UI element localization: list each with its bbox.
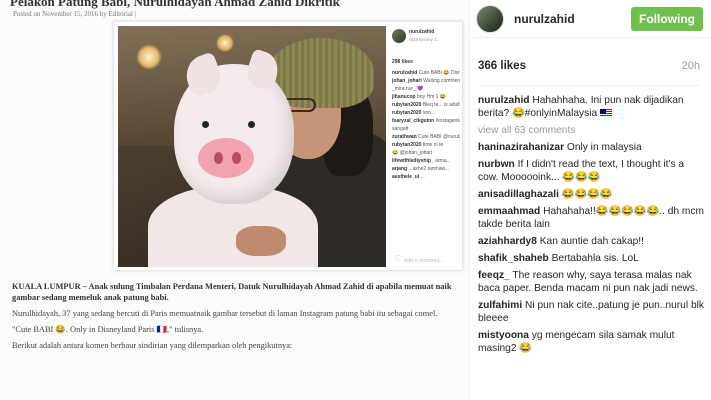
- embedded-comment-user: aesthele_ul: [392, 174, 420, 180]
- comment-username[interactable]: nurbwn: [478, 159, 515, 170]
- embedded-comment: nurulzahid Cute BABI 😂 Disneyland Paris …: [392, 69, 460, 77]
- comment-username[interactable]: aziahhardy8: [478, 236, 537, 247]
- embedded-comment-user: nurulzahid: [392, 70, 418, 76]
- embedded-comment-text: #instagenius academ...: [435, 118, 460, 124]
- likes-count[interactable]: 366 likes: [478, 60, 526, 72]
- embedded-comment: johan_johari Waiting comments in 3, 2, 1…: [392, 77, 460, 85]
- embedded-comment-text: _mira.nur_ 💜: [392, 86, 424, 92]
- embedded-comment: lifewithlediyship_ arma...: [392, 157, 460, 165]
- embedded-comment: aesthele_ul ...: [392, 173, 460, 181]
- comment-item: zulfahimi Ni pun nak cite..patung je pun…: [478, 299, 704, 325]
- comment-item: emmaahmad Hahahaha!!😂😂😂😂😂.. dh mcm takde…: [478, 205, 704, 231]
- embedded-comment: zurathwan Cute BABI @nurulzahid: [392, 133, 460, 141]
- embedded-comment: fsaryzal_ctkguinn #instagenius academ...: [392, 117, 460, 125]
- embedded-comment: _mira.nur_ 💜: [392, 85, 460, 93]
- post-image[interactable]: Pelakon Patung Babi, Nurulhidayah Ahmad …: [0, 0, 470, 400]
- post-meta: 366 likes 20h: [478, 60, 700, 72]
- comment-username[interactable]: shafik_shaheb: [478, 253, 549, 264]
- embedded-comment-user: jihanucop: [392, 94, 416, 100]
- comment-username[interactable]: zulfahimi: [478, 300, 522, 311]
- embedded-comment-user: zurathwan: [392, 134, 417, 140]
- embedded-comments: nurulzahid Cute BABI 😂 Disneyland Paris …: [392, 69, 460, 181]
- post-username[interactable]: nurulzahid: [514, 12, 631, 26]
- embedded-username: nurulzahid: [409, 29, 435, 35]
- embedded-comment: sangatt: [392, 125, 460, 133]
- embedded-comment-text: Waiting comments in 3, 2, 1...: [423, 78, 460, 84]
- post-time[interactable]: 20h: [682, 60, 700, 72]
- embedded-comment: rubytan2020 soo...: [392, 109, 460, 117]
- embedded-comment-text: arma...: [435, 158, 451, 164]
- divider: [478, 85, 700, 86]
- embedded-comment-text: Bleq te... is adult: [422, 102, 460, 108]
- article-paragraph: Nurulhidayah, 37 yang sedang bercuti di …: [12, 309, 438, 318]
- following-button[interactable]: Following: [631, 6, 703, 31]
- embedded-comment-user: lifewithlediyship_: [392, 158, 434, 164]
- embedded-comment-user: rubytan2020: [392, 102, 422, 108]
- article-paragraph: "Cute BABI 😂. Only in Disneyland Paris 🇫…: [12, 325, 204, 334]
- malaysia-flag-icon: [600, 109, 612, 118]
- comment-text: 😂😂😂😂: [561, 189, 613, 200]
- heart-icon: ♡: [394, 254, 402, 263]
- embedded-comment: arjang ...akhe2 tanmaw...: [392, 165, 460, 173]
- embedded-sidebar: nurulzahid Walt Disney S... 298 likes nu…: [392, 28, 460, 268]
- comment-item: nurbwn If I didn't read the text, I thou…: [478, 158, 704, 184]
- embedded-comment-text: ...akhe2 tanmaw...: [408, 166, 449, 172]
- embedded-comment-text: time ni te: [422, 142, 444, 148]
- post-header: nurulzahid Following: [471, 0, 711, 38]
- embedded-comment-text: ...: [420, 174, 425, 180]
- embedded-comment-user: fsaryzal_ctkguinn: [392, 118, 435, 124]
- embedded-location: Walt Disney S...: [409, 37, 441, 42]
- comment-item: anisadillaghazali 😂😂😂😂: [478, 188, 704, 201]
- comment-username[interactable]: feeqz_: [478, 270, 510, 281]
- comment-username[interactable]: haninazirahanizar: [478, 142, 564, 153]
- comment-text: Only in malaysia: [566, 142, 642, 153]
- comment-item: shafik_shaheb Bertabahla sis. LoL: [478, 252, 704, 265]
- embedded-comment-user: rubytan2020: [392, 142, 422, 148]
- embedded-photo: [118, 26, 386, 267]
- comment-username[interactable]: emmaahmad: [478, 206, 540, 217]
- article-posted-meta: Posted on November 15, 2016 by Editorial…: [13, 10, 137, 18]
- comment-text: Bertabahla sis. LoL: [551, 253, 639, 264]
- comment-username[interactable]: mistyoona: [478, 330, 529, 341]
- embedded-instagram-post: nurulzahid Walt Disney S... 298 likes nu…: [113, 21, 463, 271]
- embedded-comment-user: arjang: [392, 166, 408, 172]
- embedded-comment: 😂 @johan_johari: [392, 149, 460, 157]
- embedded-comment: rubytan2020 Bleq te... is adult: [392, 101, 460, 109]
- comment-item: haninazirahanizar Only in malaysia: [478, 141, 704, 154]
- embedded-comment: jihanucop boy Hm 1 😂: [392, 93, 460, 101]
- comment-item: feeqz_ The reason why, saya terasa malas…: [478, 269, 704, 295]
- comment-item: mistyoona yg mengecam sila samak mulut m…: [478, 329, 704, 355]
- article-headline: Pelakon Patung Babi, Nurulhidayah Ahmad …: [10, 0, 340, 9]
- embedded-comment-text: Cute BABI 😂 Disneyland Paris re...: [418, 70, 460, 76]
- comment-username[interactable]: anisadillaghazali: [478, 189, 559, 200]
- comment-text: The reason why, saya terasa malas nak ba…: [478, 270, 698, 294]
- embedded-comment: rubytan2020 time ni te: [392, 141, 460, 149]
- comment-username[interactable]: nurulzahid: [478, 95, 530, 106]
- embedded-comment-text: Cute BABI @nurulzahid: [418, 134, 460, 140]
- embedded-comment-text: soo...: [422, 110, 436, 116]
- article-paragraph: KUALA LUMPUR – Anak sulung Timbalan Perd…: [12, 282, 452, 302]
- view-all-comments-link[interactable]: view all 63 comments: [478, 124, 704, 137]
- comment-item: nurulzahid Hahahhaha. Ini pun nak dijadi…: [478, 94, 704, 120]
- embedded-comment-user: rubytan2020: [392, 110, 422, 116]
- embedded-likes: 298 likes: [392, 59, 413, 65]
- embedded-add-comment: Add a comment...: [404, 258, 444, 264]
- article-body: KUALA LUMPUR – Anak sulung Timbalan Perd…: [12, 281, 464, 356]
- article-paragraph: Berikut adalah antara komen berbaur sind…: [12, 341, 293, 350]
- comment-text: Kan auntie dah cakap!!: [539, 236, 644, 247]
- embedded-comment-user: johan_johari: [392, 78, 422, 84]
- embedded-comment-text: sangatt: [392, 126, 409, 132]
- comments-list: nurulzahid Hahahhaha. Ini pun nak dijadi…: [478, 94, 704, 359]
- embedded-comment-text: boy Hm 1 😂: [417, 94, 447, 100]
- embedded-avatar: [392, 29, 406, 43]
- embedded-comment-text: 😂 @johan_johari: [392, 150, 432, 156]
- comment-item: aziahhardy8 Kan auntie dah cakap!!: [478, 235, 704, 248]
- avatar[interactable]: [476, 4, 504, 33]
